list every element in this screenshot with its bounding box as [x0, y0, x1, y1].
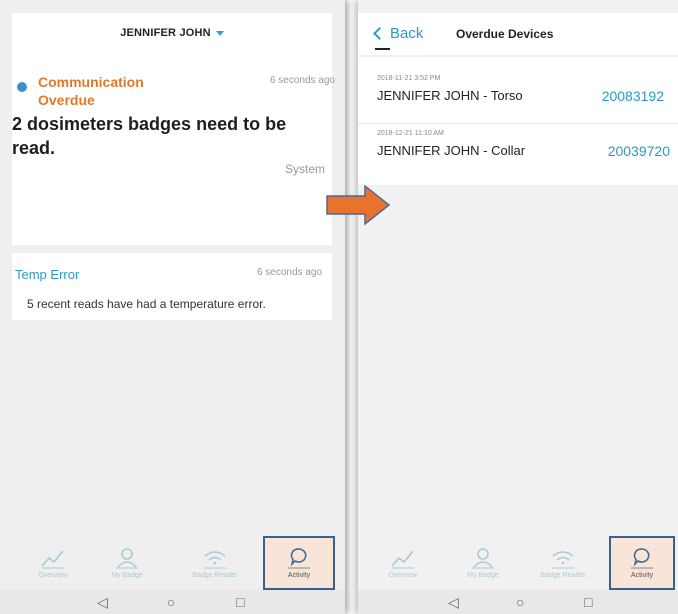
back-label: Back [390, 25, 424, 42]
device-row[interactable]: 2018-12-21 11:10 AM JENNIFER JOHN - Coll… [358, 124, 678, 179]
notification-message: 2 dosimeters badges need to be read. [12, 114, 287, 158]
nav-activity[interactable]: Activity [264, 538, 334, 590]
speech-bubble-icon [288, 548, 310, 569]
notification-source: System [284, 162, 325, 176]
speech-bubble-icon [631, 548, 653, 569]
nav-my-badge[interactable]: My Badge [448, 538, 518, 590]
user-selector[interactable]: JENNIFER JOHN [12, 13, 332, 53]
person-icon [116, 548, 138, 569]
android-nav-bar: ◁ ○ □ [0, 590, 345, 614]
system-recents-button[interactable]: □ [236, 594, 244, 610]
page-title: Overdue Devices [456, 27, 554, 41]
nav-label: Overview [38, 572, 68, 579]
screen-header: Back Overdue Devices [358, 13, 678, 55]
nav-label: My Badge [467, 572, 499, 579]
device-date: 2018-11-21 3:52 PM [377, 75, 441, 82]
transition-arrow-icon [326, 184, 391, 226]
device-id-link[interactable]: 20083192 [602, 88, 664, 104]
nav-overview[interactable]: Overview [368, 538, 438, 590]
user-name: JENNIFER JOHN [120, 27, 211, 39]
nav-my-badge[interactable]: My Badge [92, 538, 162, 590]
device-date: 2018-12-21 11:10 AM [377, 130, 444, 137]
person-icon [472, 548, 494, 569]
caret-down-icon[interactable] [215, 30, 224, 36]
notification-title: Communication Overdue [38, 74, 144, 108]
device-name: JENNIFER JOHN - Torso [377, 88, 523, 103]
wifi-icon [204, 551, 226, 569]
overdue-devices-screen: Back Overdue Devices 2018-11-21 3:52 PM … [358, 0, 678, 614]
notification-card-temp-error[interactable]: Temp Error 6 seconds ago [12, 253, 332, 295]
device-name: JENNIFER JOHN - Collar [377, 143, 526, 158]
nav-badge-reader[interactable]: Badge Reader [528, 538, 598, 590]
nav-label: My Badge [111, 572, 143, 579]
system-recents-button[interactable]: □ [584, 594, 592, 610]
chevron-left-icon [373, 27, 386, 40]
wifi-icon [552, 551, 574, 569]
device-row[interactable]: 2018-11-21 3:52 PM JENNIFER JOHN - Torso… [358, 69, 678, 124]
device-list: 2018-11-21 3:52 PM JENNIFER JOHN - Torso… [358, 57, 678, 185]
activity-screen: JENNIFER JOHN Communication Overdue 6 se… [0, 0, 345, 614]
system-back-button[interactable]: ◁ [448, 594, 459, 610]
nav-badge-reader[interactable]: Badge Reader [180, 538, 250, 590]
system-home-button[interactable]: ○ [167, 594, 175, 610]
divider [375, 48, 390, 50]
system-home-button[interactable]: ○ [516, 594, 524, 610]
device-id-link[interactable]: 20039720 [608, 143, 670, 159]
notification-time: 6 seconds ago [256, 267, 322, 278]
nav-overview[interactable]: Overview [18, 538, 88, 590]
nav-label: Badge Reader [540, 572, 586, 579]
nav-label: Badge Reader [192, 572, 238, 579]
nav-label: Overview [388, 572, 418, 579]
system-back-button[interactable]: ◁ [97, 594, 108, 610]
notification-title: Temp Error [15, 267, 80, 282]
notification-time: 6 seconds ago [269, 75, 335, 86]
nav-activity[interactable]: Activity [607, 538, 677, 590]
nav-label: Activity [287, 572, 311, 579]
bottom-nav: Overview My Badge Badge Reader Activity [358, 538, 678, 590]
bottom-nav: Overview My Badge Badge Reader Activity [0, 538, 345, 590]
android-nav-bar: ◁ ○ □ [358, 590, 678, 614]
back-button[interactable]: Back [373, 25, 424, 42]
nav-label: Activity [630, 572, 654, 579]
notification-message: 5 recent reads have had a temperature er… [27, 297, 266, 311]
chart-line-icon [41, 550, 64, 569]
chart-line-icon [391, 550, 414, 569]
alert-dot-icon [17, 82, 27, 92]
